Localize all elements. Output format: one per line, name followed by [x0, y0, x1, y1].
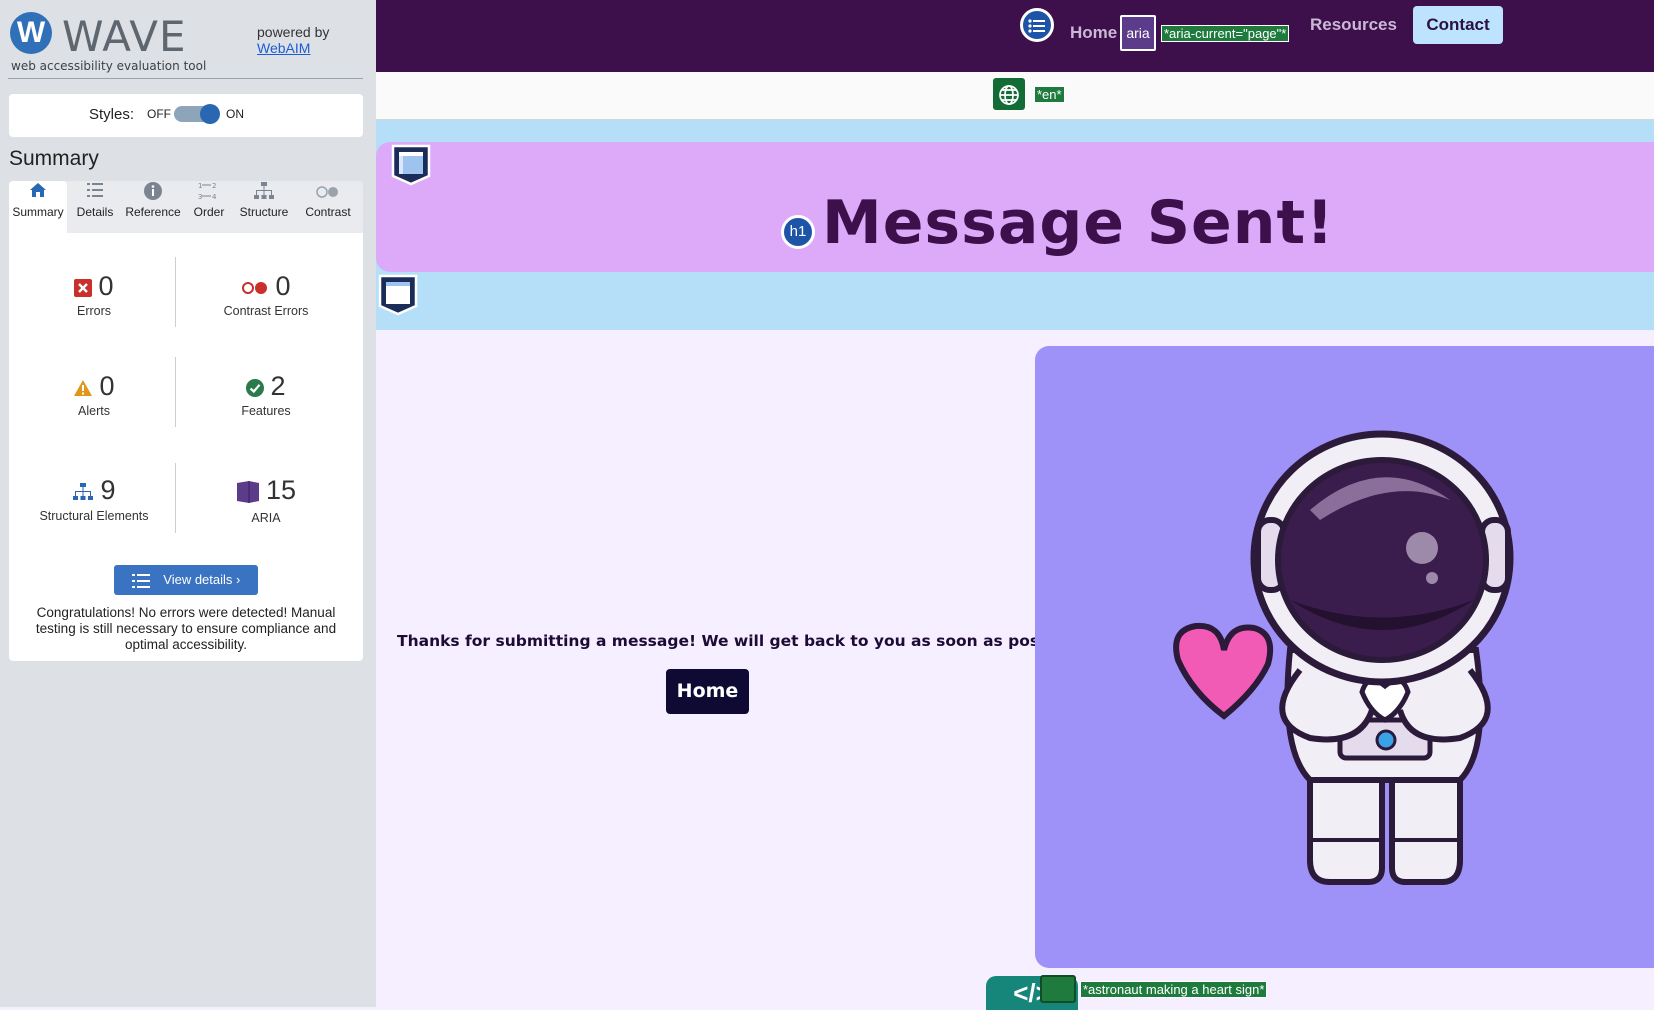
page-title: Message Sent! — [822, 188, 1335, 258]
styles-off-label: OFF — [147, 107, 171, 121]
order-icon: 1 2 3 4 — [185, 181, 233, 205]
home-icon — [9, 181, 67, 205]
list-icon — [131, 573, 154, 589]
contrast-error-icon — [241, 281, 269, 300]
powered-by: powered by WebAIM — [257, 24, 329, 56]
alerts-label: Alerts — [78, 404, 110, 419]
alert-icon — [73, 379, 93, 402]
svg-text:3: 3 — [198, 193, 202, 201]
wave-tagline: web accessibility evaluation tool — [11, 59, 207, 73]
wave-sidebar: W WAVE web accessibility evaluation tool… — [0, 0, 376, 1007]
wave-list-icon[interactable] — [1020, 8, 1054, 42]
landmark-icon[interactable] — [378, 274, 418, 321]
summary-heading: Summary — [9, 147, 99, 170]
tab-contrast[interactable]: Contrast — [295, 181, 361, 233]
styles-label: Styles: — [89, 106, 135, 123]
wave-tabs: Summary Details Reference 1 2 3 4 Order Str… — [9, 181, 363, 233]
contrast-errors-label: Contrast Errors — [223, 304, 309, 318]
tab-structure[interactable]: Structure — [233, 181, 295, 233]
alerts-count: 0 — [99, 371, 115, 401]
summary-panel: 0 Errors 0 Contrast Errors 0 Alerts 2 Fe… — [9, 233, 363, 661]
tab-summary[interactable]: Summary — [9, 181, 67, 233]
congrats-message: Congratulations! No errors were detected… — [35, 605, 337, 652]
tab-summary-label: Summary — [12, 205, 64, 219]
webaim-link[interactable]: WebAIM — [257, 40, 329, 56]
contrast-icon — [295, 181, 361, 205]
nav-home-link[interactable]: Home — [1070, 23, 1117, 43]
language-label: *en* — [1034, 86, 1065, 103]
image-alt-icon[interactable] — [1040, 975, 1076, 1003]
features-label: Features — [241, 404, 291, 419]
view-details-label: View details › — [163, 572, 241, 587]
list-icon — [69, 181, 121, 205]
structure-element-icon — [72, 482, 94, 507]
svg-text:4: 4 — [212, 193, 217, 201]
tab-reference[interactable]: Reference — [121, 181, 185, 233]
structure-icon — [233, 181, 295, 205]
home-button[interactable]: Home — [666, 669, 749, 714]
stat-alerts[interactable]: 0 Alerts — [9, 371, 179, 418]
aria-icon[interactable]: aria — [1120, 15, 1156, 51]
aria-current-label: *aria-current="page"* — [1161, 25, 1290, 42]
globe-icon[interactable] — [993, 78, 1025, 110]
nav-contact-button[interactable]: Contact — [1413, 6, 1503, 44]
powered-by-text: powered by — [257, 24, 330, 40]
stat-features[interactable]: 2 Features — [181, 371, 351, 418]
feature-check-icon — [246, 379, 265, 402]
view-details-button[interactable]: View details › — [114, 565, 258, 595]
contrast-errors-count: 0 — [275, 271, 291, 301]
nav-resources-link[interactable]: Resources — [1310, 15, 1397, 35]
stat-aria[interactable]: 15 ARIA — [181, 475, 351, 525]
tab-details-label: Details — [76, 205, 114, 219]
stat-structural[interactable]: 9 Structural Elements — [9, 475, 179, 523]
features-count: 2 — [270, 371, 286, 401]
aria-count: 15 — [265, 475, 297, 505]
tab-contrast-label: Contrast — [305, 205, 351, 219]
styles-toggle-knob[interactable] — [200, 104, 220, 124]
stat-errors[interactable]: 0 Errors — [9, 271, 179, 318]
wave-logo-icon: W — [10, 12, 52, 54]
tab-details[interactable]: Details — [69, 181, 121, 233]
aria-label: ARIA — [251, 511, 281, 526]
styles-on-label: ON — [226, 107, 244, 121]
tab-order-label: Order — [193, 205, 225, 219]
tab-order[interactable]: 1 2 3 4 Order — [185, 181, 233, 233]
structural-label: Structural Elements — [39, 509, 149, 524]
tab-reference-label: Reference — [125, 205, 181, 219]
stat-contrast-errors[interactable]: 0 Contrast Errors — [181, 271, 351, 318]
landmark-icon[interactable] — [391, 144, 431, 191]
wave-title: WAVE — [62, 12, 187, 61]
error-icon — [74, 279, 93, 302]
image-alt-label: *astronaut making a heart sign* — [1080, 981, 1268, 998]
errors-label: Errors — [76, 304, 112, 319]
tab-structure-label: Structure — [239, 205, 289, 219]
structural-count: 9 — [100, 475, 116, 505]
thanks-message: Thanks for submitting a message! We will… — [397, 632, 1087, 650]
h1-icon[interactable]: h1 — [781, 215, 815, 249]
styles-toggle-box: Styles: OFF ON — [9, 94, 363, 137]
errors-count: 0 — [98, 271, 114, 301]
aria-icon — [236, 480, 260, 509]
svg-text:1: 1 — [198, 182, 202, 190]
astronaut-illustration — [1160, 420, 1530, 905]
info-icon — [121, 181, 185, 205]
sidebar-divider — [8, 78, 363, 79]
svg-text:2: 2 — [212, 182, 216, 190]
